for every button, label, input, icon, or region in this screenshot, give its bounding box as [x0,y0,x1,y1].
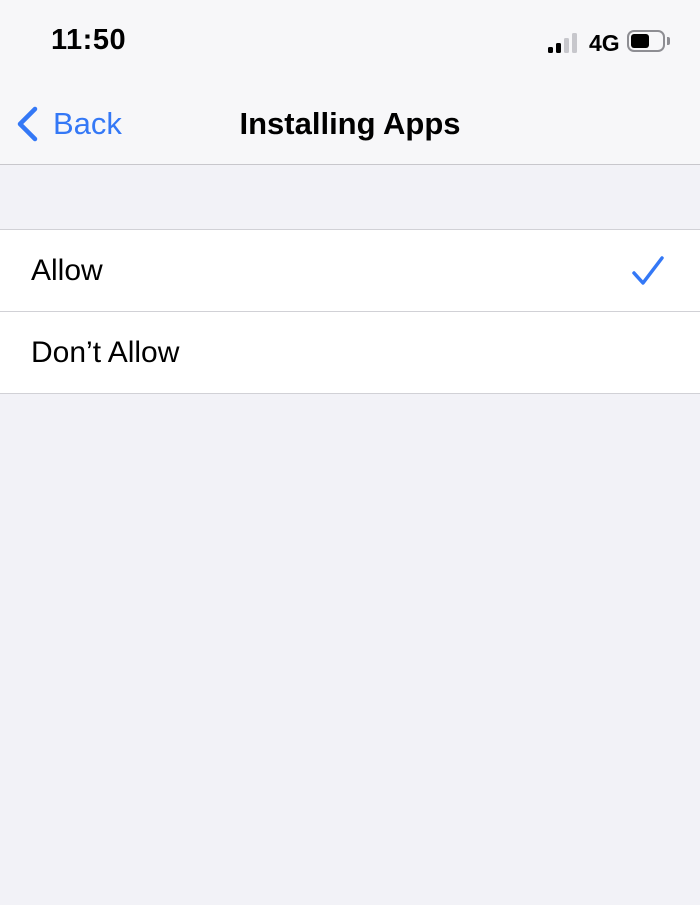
signal-bar [564,38,569,53]
battery-icon [627,30,673,56]
signal-bar [556,43,561,53]
option-allow[interactable]: Allow [0,230,700,311]
status-time: 11:50 [51,24,127,56]
battery-cap [667,37,670,45]
navigation-bar: Back Installing Apps [0,88,700,165]
option-label: Allow [31,254,103,287]
page-title: Installing Apps [239,106,461,141]
cellular-signal-icon [548,33,580,53]
option-label: Don’t Allow [31,336,180,369]
option-dont-allow[interactable]: Don’t Allow [0,311,700,393]
checkmark-icon [632,256,664,285]
signal-bar [548,47,553,53]
status-bar: 11:50 4G [0,0,700,88]
signal-bar [572,33,577,53]
option-list: Allow Don’t Allow [0,229,700,394]
network-type-label: 4G [589,30,620,56]
battery-fill [631,34,649,48]
